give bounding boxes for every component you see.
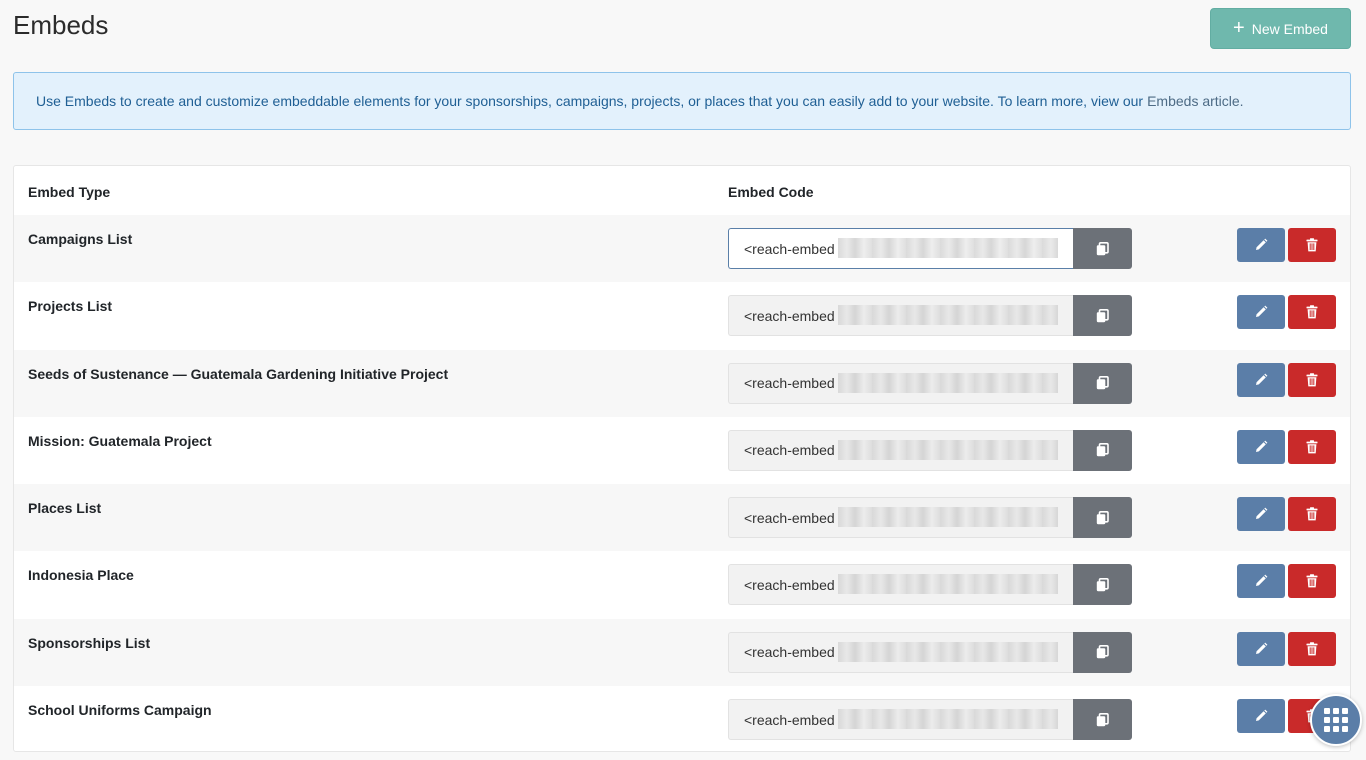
info-alert-text: Use Embeds to create and customize embed… xyxy=(36,93,1144,109)
embed-name: Campaigns List xyxy=(28,231,133,247)
embed-code-input[interactable] xyxy=(728,362,1073,404)
trash-icon xyxy=(1306,305,1318,319)
embed-code-group xyxy=(728,362,1132,404)
embed-code-group xyxy=(728,631,1132,673)
edit-embed-button[interactable] xyxy=(1237,631,1285,666)
copy-embed-code-button[interactable] xyxy=(1073,362,1132,404)
copy-icon xyxy=(1096,443,1109,457)
embeds-table: Embed Type Embed Code Campaigns List Proj… xyxy=(13,165,1351,752)
embed-code-group xyxy=(728,497,1132,539)
pencil-icon xyxy=(1256,642,1268,654)
pencil-icon xyxy=(1256,575,1268,587)
embed-code-input[interactable] xyxy=(728,228,1073,269)
copy-icon xyxy=(1096,577,1109,592)
table-row: School Uniforms Campaign xyxy=(14,686,1350,751)
embed-code-input[interactable] xyxy=(728,295,1073,337)
embed-name: Mission: Guatemala Project xyxy=(28,432,212,449)
column-header-embed-type: Embed Type xyxy=(28,184,111,200)
embed-name: Projects List xyxy=(28,298,113,315)
pencil-icon xyxy=(1256,507,1268,520)
edit-embed-button[interactable] xyxy=(1237,497,1285,532)
info-alert: Use Embeds to create and customize embed… xyxy=(13,72,1351,130)
table-body: Campaigns List Projects List Seeds of Sust… xyxy=(14,215,1350,751)
embeds-article-link[interactable]: Embeds article. xyxy=(1147,93,1243,109)
pencil-icon xyxy=(1256,440,1268,452)
table-row: Campaigns List xyxy=(14,215,1350,283)
copy-embed-code-button[interactable] xyxy=(1073,497,1132,539)
new-embed-button[interactable]: + New Embed xyxy=(1210,8,1351,49)
delete-embed-button[interactable] xyxy=(1288,362,1336,397)
table-row: Seeds of Sustenance — Guatemala Gardenin… xyxy=(14,349,1350,417)
copy-icon xyxy=(1096,376,1109,390)
table-header: Embed Type Embed Code xyxy=(14,166,1350,215)
embed-name: Sponsorships List xyxy=(28,634,151,651)
embed-name: Seeds of Sustenance — Guatemala Gardenin… xyxy=(28,365,449,382)
edit-embed-button[interactable] xyxy=(1237,699,1285,734)
trash-icon xyxy=(1306,574,1318,588)
embed-code-group xyxy=(728,564,1132,606)
embed-code-input[interactable] xyxy=(728,429,1073,471)
copy-icon xyxy=(1096,712,1109,726)
page-title: Embeds xyxy=(13,10,109,40)
pencil-icon xyxy=(1256,305,1268,318)
edit-embed-button[interactable] xyxy=(1237,362,1285,397)
table-row: Projects List xyxy=(14,282,1350,349)
embed-code-group xyxy=(728,699,1132,741)
copy-icon xyxy=(1096,308,1109,322)
pencil-icon xyxy=(1256,373,1268,385)
embed-code-input[interactable] xyxy=(728,631,1073,673)
new-embed-label: New Embed xyxy=(1251,20,1328,37)
embed-name: School Uniforms Campaign xyxy=(28,702,212,719)
edit-embed-button[interactable] xyxy=(1237,429,1285,464)
embed-name: Places List xyxy=(28,500,102,517)
copy-embed-code-button[interactable] xyxy=(1073,631,1132,673)
delete-embed-button[interactable] xyxy=(1288,429,1336,464)
delete-embed-button[interactable] xyxy=(1288,295,1336,330)
trash-icon xyxy=(1306,641,1318,656)
delete-embed-button[interactable] xyxy=(1288,497,1336,532)
pencil-icon xyxy=(1256,238,1268,250)
copy-embed-code-button[interactable] xyxy=(1073,429,1132,471)
delete-embed-button[interactable] xyxy=(1288,228,1336,262)
trash-icon xyxy=(1306,238,1318,252)
copy-icon xyxy=(1096,510,1109,524)
copy-icon xyxy=(1096,645,1109,659)
table-row: Sponsorships List xyxy=(14,618,1350,687)
column-header-embed-code: Embed Code xyxy=(728,184,814,200)
embed-code-group xyxy=(728,228,1132,269)
embed-code-input[interactable] xyxy=(728,699,1073,741)
copy-embed-code-button[interactable] xyxy=(1073,699,1132,741)
table-row: Places List xyxy=(14,484,1350,552)
trash-icon xyxy=(1306,440,1318,454)
embed-code-input[interactable] xyxy=(728,497,1073,539)
embed-code-group xyxy=(728,295,1132,337)
embed-code-input[interactable] xyxy=(728,564,1073,606)
delete-embed-button[interactable] xyxy=(1288,564,1336,599)
trash-icon xyxy=(1306,372,1318,386)
table-row: Indonesia Place xyxy=(14,551,1350,618)
copy-embed-code-button[interactable] xyxy=(1073,228,1132,269)
pencil-icon xyxy=(1256,709,1268,722)
plus-icon: + xyxy=(1233,16,1245,39)
apps-menu-button[interactable] xyxy=(1310,694,1362,746)
trash-icon xyxy=(1306,507,1318,521)
embed-code-group xyxy=(728,429,1132,471)
table-row: Mission: Guatemala Project xyxy=(14,417,1350,484)
edit-embed-button[interactable] xyxy=(1237,228,1285,262)
copy-icon xyxy=(1096,241,1109,255)
copy-embed-code-button[interactable] xyxy=(1073,295,1132,337)
embed-name: Indonesia Place xyxy=(28,567,134,584)
edit-embed-button[interactable] xyxy=(1237,564,1285,599)
edit-embed-button[interactable] xyxy=(1237,295,1285,330)
delete-embed-button[interactable] xyxy=(1288,631,1336,666)
grid-icon xyxy=(1324,708,1348,732)
copy-embed-code-button[interactable] xyxy=(1073,564,1132,606)
